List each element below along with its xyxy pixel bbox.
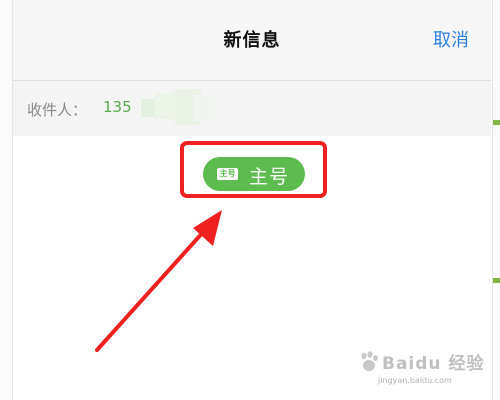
cancel-button[interactable]: 取消 bbox=[433, 26, 469, 52]
paw-logo-icon bbox=[361, 351, 378, 371]
right-window-edge bbox=[492, 0, 500, 400]
recipient-field[interactable]: 收件人： 135 bbox=[13, 81, 491, 136]
recipient-number: 135 bbox=[103, 98, 132, 116]
sim-card-icon: 主号 bbox=[217, 168, 238, 180]
navigation-bar: 新信息 取消 bbox=[13, 0, 491, 81]
sim-chip-label: 主号 bbox=[249, 166, 290, 188]
sim-card-selector-button[interactable]: 主号 主号 bbox=[203, 157, 305, 191]
redacted-number-blur bbox=[141, 89, 213, 125]
left-window-edge bbox=[0, 0, 13, 400]
edge-marker bbox=[493, 278, 500, 283]
compose-message-screen: 新信息 取消 收件人： 135 主号 主号 Baidu 经验 jingyan.b… bbox=[0, 0, 500, 400]
arrow-head bbox=[193, 210, 222, 246]
watermark-brand: Baidu 经验 bbox=[382, 354, 485, 374]
watermark: Baidu 经验 jingyan.baidu.com bbox=[358, 343, 488, 395]
page-title: 新信息 bbox=[223, 30, 281, 51]
watermark-url: jingyan.baidu.com bbox=[378, 376, 452, 385]
arrow-shaft bbox=[95, 228, 207, 352]
recipient-label: 收件人： bbox=[27, 101, 88, 119]
edge-marker bbox=[493, 120, 500, 125]
